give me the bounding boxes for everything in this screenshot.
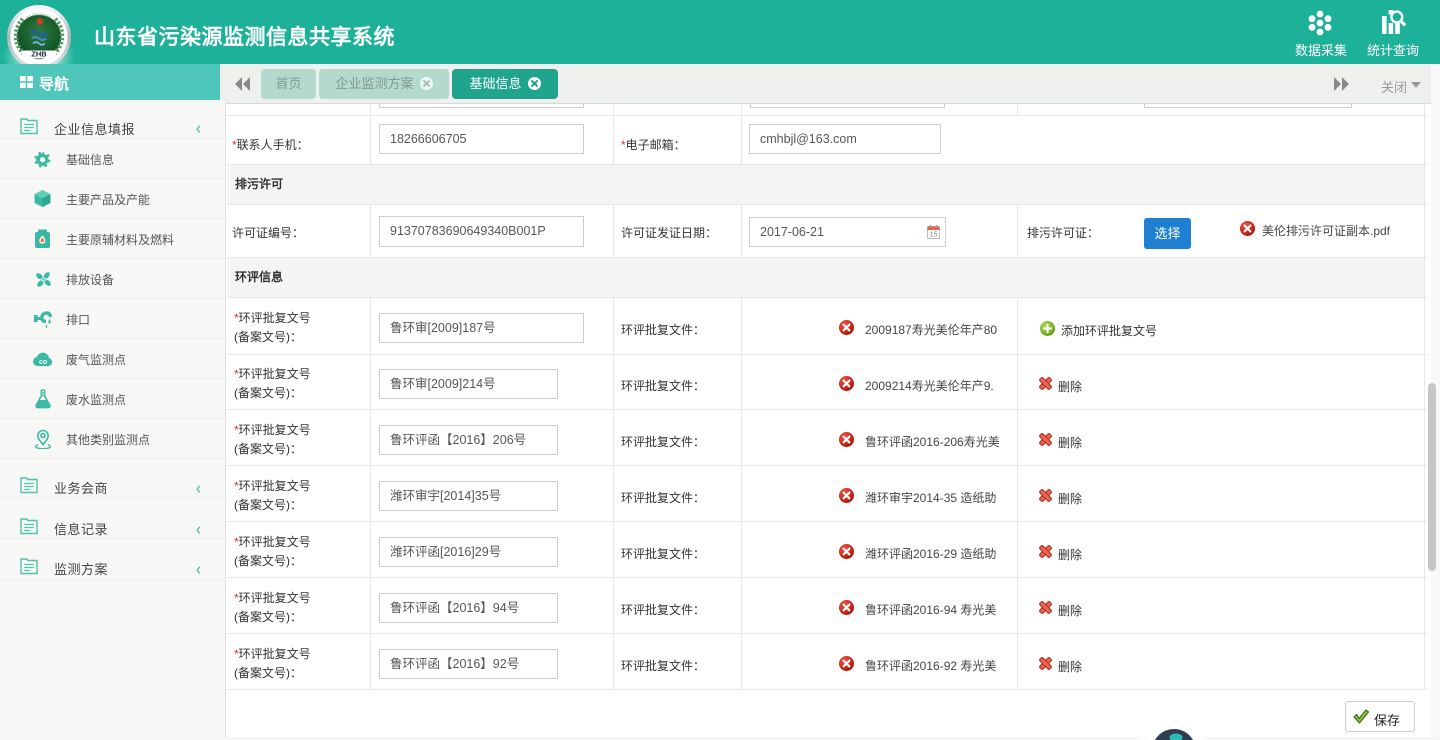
svg-text:co: co [39, 359, 47, 366]
svg-text:ZHB: ZHB [31, 50, 47, 59]
svg-text:15: 15 [930, 232, 938, 239]
